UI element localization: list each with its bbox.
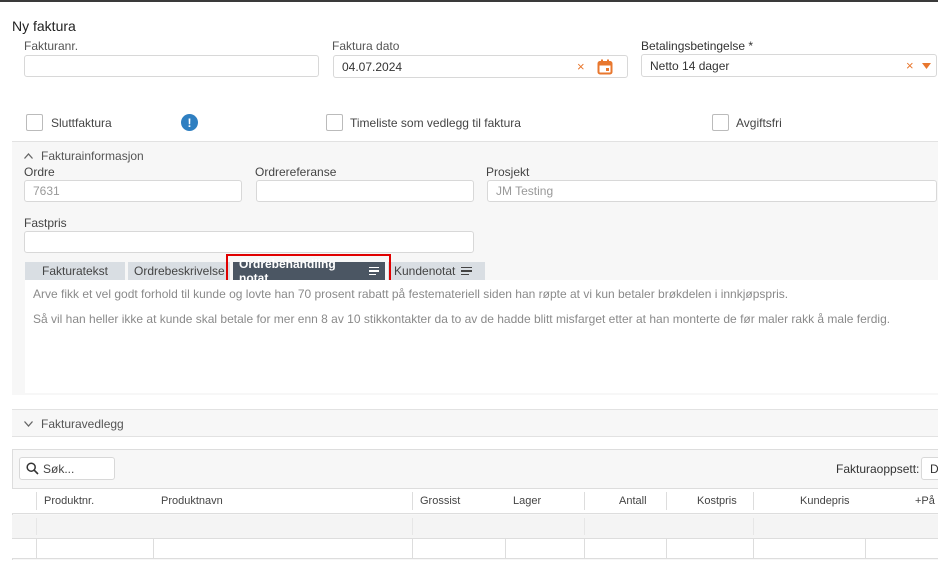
column-header-antall[interactable]: Antall bbox=[619, 495, 647, 507]
column-divider bbox=[666, 492, 667, 510]
tab-kundenotat[interactable]: Kundenotat bbox=[388, 262, 485, 280]
top-bar bbox=[0, 0, 938, 2]
search-icon bbox=[26, 462, 39, 475]
invoice-info-title: Fakturainformasjon bbox=[41, 149, 144, 163]
info-icon[interactable]: ! bbox=[181, 114, 198, 131]
fixed-price-label: Fastpris bbox=[24, 216, 67, 230]
calendar-icon[interactable] bbox=[597, 59, 613, 75]
invoice-date-label: Faktura dato bbox=[332, 39, 400, 53]
cell-divider bbox=[865, 539, 866, 559]
timesheet-checkbox[interactable] bbox=[326, 114, 343, 131]
attachments-panel bbox=[12, 409, 938, 437]
note-line-2: Så vil han heller ikke at kunde skal bet… bbox=[33, 312, 891, 326]
filter-divider bbox=[36, 518, 37, 535]
clear-terms-icon[interactable]: × bbox=[906, 58, 914, 73]
final-invoice-label: Sluttfaktura bbox=[51, 116, 112, 130]
order-ref-label: Ordrereferanse bbox=[255, 165, 337, 179]
cell-divider bbox=[412, 539, 413, 559]
fee-free-label: Avgiftsfri bbox=[736, 116, 782, 130]
invoice-no-label: Fakturanr. bbox=[24, 39, 79, 53]
column-header-kundepris[interactable]: Kundepris bbox=[800, 495, 850, 507]
chevron-down-icon bbox=[24, 418, 33, 430]
table-row[interactable] bbox=[12, 539, 938, 559]
invoice-date-value: 04.07.2024 bbox=[342, 59, 403, 74]
fee-free-checkbox[interactable] bbox=[712, 114, 729, 131]
chevron-up-icon bbox=[24, 150, 33, 162]
layout-select[interactable]: D bbox=[921, 457, 938, 480]
tab-ordrebeskrivelse[interactable]: Ordrebeskrivelse bbox=[128, 262, 230, 280]
payment-terms-label: Betalingsbetingelse * bbox=[641, 39, 754, 53]
payment-terms-value: Netto 14 dager bbox=[650, 58, 730, 73]
order-field: 7631 bbox=[24, 180, 242, 202]
grid-empty-area bbox=[12, 560, 938, 580]
column-divider bbox=[36, 492, 37, 510]
filter-divider bbox=[753, 518, 754, 535]
cell-divider bbox=[505, 539, 506, 559]
filter-divider bbox=[412, 518, 413, 535]
order-ref-field[interactable] bbox=[256, 180, 474, 202]
tab-fakturatekst[interactable]: Fakturatekst bbox=[25, 262, 125, 280]
payment-terms-select[interactable]: Netto 14 dager bbox=[641, 54, 937, 77]
cell-divider bbox=[153, 539, 154, 559]
column-header-lager[interactable]: Lager bbox=[513, 495, 541, 507]
invoice-info-header[interactable]: Fakturainformasjon bbox=[24, 149, 144, 163]
note-lines-icon bbox=[461, 266, 473, 276]
column-header-produktnr[interactable]: Produktnr. bbox=[44, 495, 94, 507]
invoice-no-field[interactable] bbox=[24, 55, 319, 77]
column-divider bbox=[753, 492, 754, 510]
project-label: Prosjekt bbox=[486, 165, 530, 179]
cell-divider bbox=[36, 539, 37, 559]
timesheet-label: Timeliste som vedlegg til faktura bbox=[350, 116, 521, 130]
project-field: JM Testing bbox=[487, 180, 937, 202]
attachments-header[interactable]: Fakturavedlegg bbox=[24, 417, 124, 431]
page-title: Ny faktura bbox=[12, 18, 76, 34]
cell-divider bbox=[584, 539, 585, 559]
column-divider bbox=[584, 492, 585, 510]
cell-divider bbox=[753, 539, 754, 559]
column-header-paaslag[interactable]: +På bbox=[915, 495, 935, 507]
final-invoice-checkbox[interactable] bbox=[26, 114, 43, 131]
fixed-price-field[interactable] bbox=[24, 231, 474, 253]
layout-label: Fakturaoppsett: bbox=[836, 462, 920, 476]
attachments-title: Fakturavedlegg bbox=[41, 417, 124, 431]
cell-divider bbox=[666, 539, 667, 559]
chevron-down-icon[interactable] bbox=[922, 63, 931, 69]
note-line-1: Arve fikk et vel godt forhold til kunde … bbox=[33, 287, 789, 301]
column-header-kostpris[interactable]: Kostpris bbox=[697, 495, 737, 507]
tab-kundenotat-label: Kundenotat bbox=[394, 264, 456, 278]
order-label: Ordre bbox=[24, 165, 55, 179]
column-divider bbox=[412, 492, 413, 510]
search-input[interactable]: Søk... bbox=[19, 457, 115, 480]
clear-date-icon[interactable]: × bbox=[577, 59, 585, 74]
column-header-grossist[interactable]: Grossist bbox=[420, 495, 460, 507]
filter-divider bbox=[584, 518, 585, 535]
filter-row[interactable] bbox=[12, 515, 938, 538]
column-header-produktnavn[interactable]: Produktnavn bbox=[161, 495, 223, 507]
search-placeholder: Søk... bbox=[43, 461, 75, 476]
